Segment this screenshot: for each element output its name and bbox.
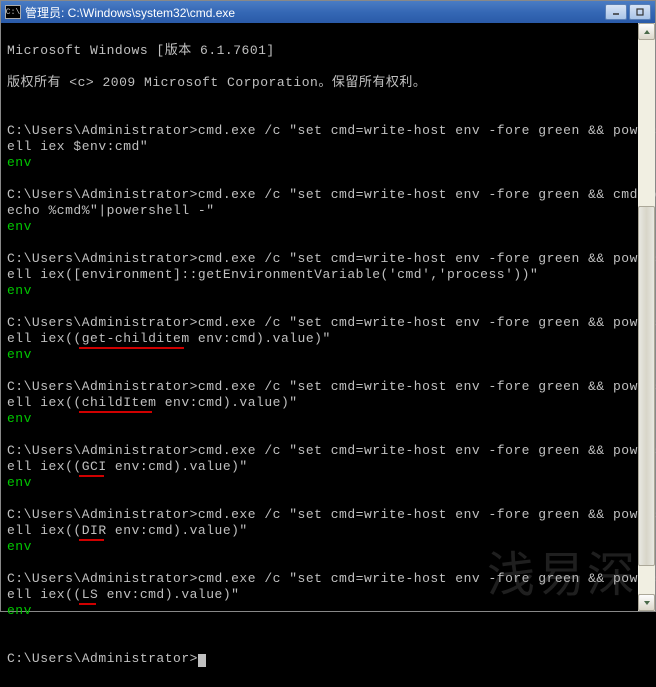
blank-line — [7, 299, 649, 315]
env-output: env — [7, 475, 649, 491]
env-output: env — [7, 347, 649, 363]
cmd-line: C:\Users\Administrator>cmd.exe /c "set c… — [7, 315, 649, 331]
cmd-icon: C:\ — [5, 5, 21, 19]
red-underline-icon — [79, 411, 152, 413]
cmd-line: ell iex((childItem env:cmd).value)" — [7, 395, 649, 411]
cmd-line: C:\Users\Administrator>cmd.exe /c "set c… — [7, 187, 649, 203]
cmd-line: C:\Users\Administrator>cmd.exe /c "set c… — [7, 571, 649, 587]
cursor — [198, 654, 206, 667]
blank-line — [7, 363, 649, 379]
blank-line — [7, 427, 649, 443]
env-output: env — [7, 539, 649, 555]
env-output: env — [7, 603, 649, 619]
blank-line — [7, 491, 649, 507]
copyright-line: 版权所有 <c> 2009 Microsoft Corporation。保留所有… — [7, 75, 649, 91]
env-output: env — [7, 283, 649, 299]
prompt-line: C:\Users\Administrator> — [7, 651, 649, 667]
scroll-thumb[interactable] — [638, 206, 655, 566]
cmd-line: ell iex((LS env:cmd).value)" — [7, 587, 649, 603]
minimize-button[interactable] — [605, 4, 627, 20]
blank-line — [7, 555, 649, 571]
cmd-line: ell iex((get-childitem env:cmd).value)" — [7, 331, 649, 347]
window-titlebar: C:\ 管理员: C:\Windows\system32\cmd.exe — [1, 1, 655, 23]
cmd-line: C:\Users\Administrator>cmd.exe /c "set c… — [7, 251, 649, 267]
scroll-up-arrow-icon[interactable] — [638, 23, 655, 40]
scroll-track[interactable] — [638, 40, 655, 594]
cmd-line: echo %cmd%"|powershell -" — [7, 203, 649, 219]
window-title: 管理员: C:\Windows\system32\cmd.exe — [25, 4, 605, 21]
env-output: env — [7, 219, 649, 235]
window-buttons — [605, 4, 651, 20]
header-line: Microsoft Windows [版本 6.1.7601] — [7, 43, 649, 59]
cmd-line: ell iex([environment]::getEnvironmentVar… — [7, 267, 649, 283]
env-output: env — [7, 155, 649, 171]
maximize-button[interactable] — [629, 4, 651, 20]
blank-line — [7, 235, 649, 251]
red-underline-icon — [79, 603, 96, 605]
cmd-line: ell iex((DIR env:cmd).value)" — [7, 523, 649, 539]
cmd-line: ell iex((GCI env:cmd).value)" — [7, 459, 649, 475]
cmd-line: C:\Users\Administrator>cmd.exe /c "set c… — [7, 123, 649, 139]
cmd-line: ell iex $env:cmd" — [7, 139, 649, 155]
blank-line — [7, 171, 649, 187]
blank-line — [7, 107, 649, 123]
red-underline-icon — [79, 539, 104, 541]
cmd-line: C:\Users\Administrator>cmd.exe /c "set c… — [7, 379, 649, 395]
terminal-area[interactable]: Microsoft Windows [版本 6.1.7601] 版权所有 <c>… — [1, 23, 655, 687]
blank-line — [7, 619, 649, 635]
cmd-line: C:\Users\Administrator>cmd.exe /c "set c… — [7, 507, 649, 523]
env-output: env — [7, 411, 649, 427]
scroll-down-arrow-icon[interactable] — [638, 594, 655, 611]
vertical-scrollbar[interactable] — [638, 23, 655, 611]
cmd-line: C:\Users\Administrator>cmd.exe /c "set c… — [7, 443, 649, 459]
red-underline-icon — [79, 475, 104, 477]
red-underline-icon — [79, 347, 184, 349]
